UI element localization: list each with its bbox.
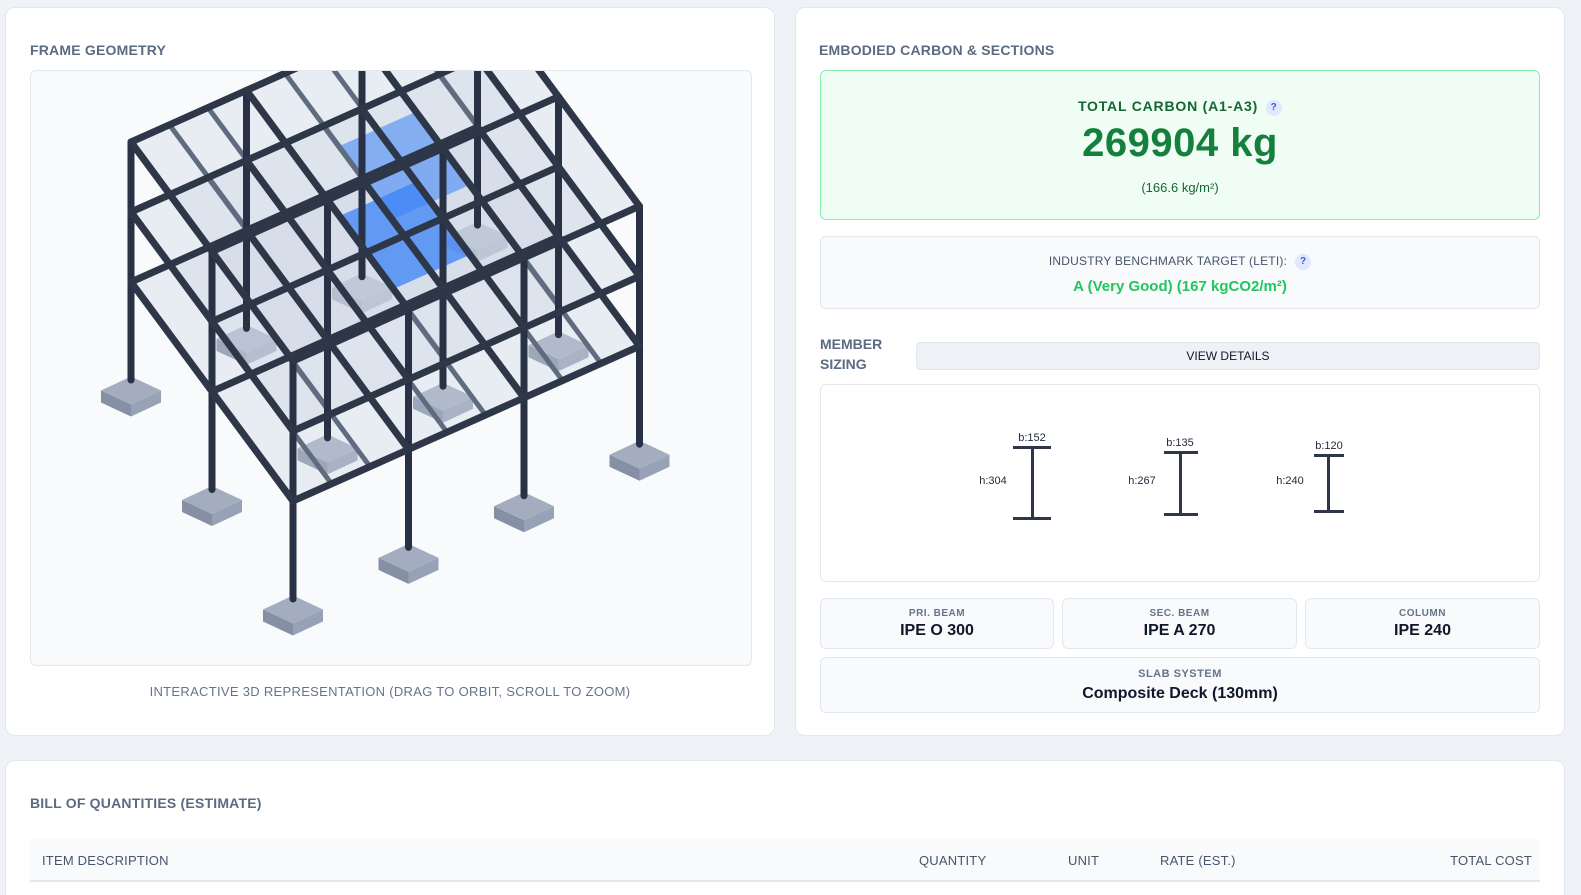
embodied-carbon-title: EMBODIED CARBON & SECTIONS <box>819 42 1055 58</box>
section-height-label: h:304 <box>979 475 1007 487</box>
total-carbon-panel: TOTAL CARBON (A1-A3)? 269904 kg (166.6 k… <box>820 70 1540 220</box>
secondary-beam-tile: SEC. BEAM IPE A 270 <box>1062 598 1297 649</box>
help-icon[interactable]: ? <box>1266 100 1283 116</box>
column-header-unit[interactable]: UNIT <box>1068 853 1099 868</box>
section-profiles-svg: b:152 h:304 b:135 h:267 b:120 h:240 <box>979 432 1344 520</box>
benchmark-rating: A (Very Good) (167 kgCO2/m²) <box>1073 278 1287 295</box>
web <box>1327 456 1330 512</box>
tile-label: COLUMN <box>1399 608 1446 619</box>
bottom-flange <box>1013 517 1051 520</box>
i-section-column: b:120 h:240 <box>1276 440 1344 513</box>
slab-system-tile: SLAB SYSTEM Composite Deck (130mm) <box>820 657 1540 713</box>
view-details-button[interactable]: VIEW DETAILS <box>916 342 1540 370</box>
tile-label: PRI. BEAM <box>908 608 966 619</box>
bill-of-quantities-card: BILL OF QUANTITIES (ESTIMATE) ITEM DESCR… <box>5 760 1565 895</box>
viewport-caption: INTERACTIVE 3D REPRESENTATION (DRAG TO O… <box>149 684 631 699</box>
tile-label: SLAB SYSTEM <box>1138 668 1222 680</box>
web <box>1179 453 1182 515</box>
bottom-flange <box>1314 510 1344 513</box>
i-section-secondary-beam: b:135 h:267 <box>1128 437 1198 516</box>
section-width-label: b:152 <box>1018 432 1046 444</box>
boq-title: BILL OF QUANTITIES (ESTIMATE) <box>30 795 262 811</box>
section-height-label: h:240 <box>1276 475 1304 487</box>
benchmark-panel: INDUSTRY BENCHMARK TARGET (LETI):? A (Ve… <box>820 236 1540 309</box>
web <box>1031 448 1034 518</box>
embodied-carbon-card: EMBODIED CARBON & SECTIONS TOTAL CARBON … <box>795 7 1565 736</box>
bottom-flange <box>1164 513 1198 516</box>
tile-value: IPE A 270 <box>1143 622 1216 639</box>
column-header-rate[interactable]: RATE (EST.) <box>1160 853 1236 868</box>
tile-value: Composite Deck (130mm) <box>1082 685 1278 702</box>
tile-value: IPE O 300 <box>900 622 974 639</box>
total-carbon-value: 269904 kg <box>1082 121 1278 165</box>
column-header-quantity[interactable]: QUANTITY <box>919 853 986 868</box>
column-header-item-description[interactable]: ITEM DESCRIPTION <box>42 853 169 868</box>
column-tile: COLUMN IPE 240 <box>1305 598 1540 649</box>
i-section-primary-beam: b:152 h:304 <box>979 432 1051 520</box>
benchmark-label: INDUSTRY BENCHMARK TARGET (LETI): <box>1048 254 1288 268</box>
primary-beam-tile: PRI. BEAM IPE O 300 <box>820 598 1054 649</box>
boq-table-header: ITEM DESCRIPTION QUANTITY UNIT RATE (EST… <box>30 839 1540 882</box>
3d-frame-model[interactable] <box>31 71 752 666</box>
frame-geometry-card: FRAME GEOMETRY INTERACTIVE 3D REPRESENTA… <box>5 7 775 736</box>
total-carbon-label: TOTAL CARBON (A1-A3) <box>1077 98 1259 114</box>
help-icon[interactable]: ? <box>1295 254 1312 270</box>
tile-label: SEC. BEAM <box>1149 608 1210 619</box>
3d-viewport[interactable] <box>30 70 752 666</box>
section-width-label: b:135 <box>1166 437 1194 449</box>
section-profiles-panel: b:152 h:304 b:135 h:267 b:120 h:240 <box>820 384 1540 582</box>
member-sizing-label: MEMBER SIZING <box>820 336 883 372</box>
frame-geometry-title: FRAME GEOMETRY <box>30 42 167 58</box>
section-height-label: h:267 <box>1128 475 1156 487</box>
benchmark-heading: INDUSTRY BENCHMARK TARGET (LETI):? <box>821 254 1539 270</box>
tile-value: IPE 240 <box>1394 622 1451 639</box>
total-carbon-heading: TOTAL CARBON (A1-A3)? <box>821 98 1539 116</box>
carbon-intensity: (166.6 kg/m²) <box>1141 180 1219 195</box>
section-width-label: b:120 <box>1315 440 1343 452</box>
column-header-total-cost[interactable]: TOTAL COST <box>1450 853 1532 868</box>
